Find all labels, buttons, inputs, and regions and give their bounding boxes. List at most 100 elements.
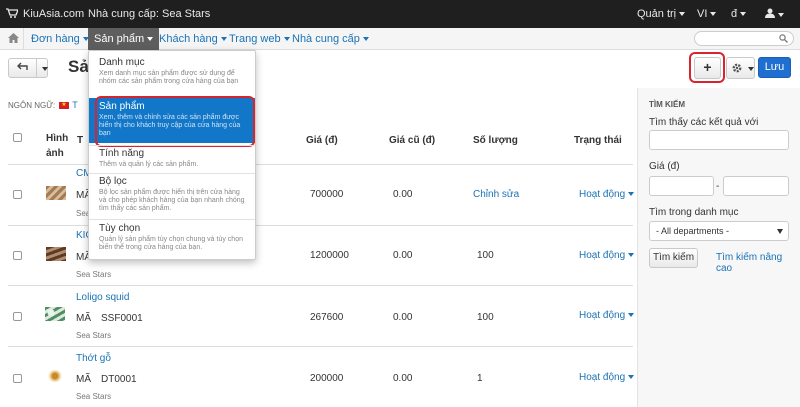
- price-label: Giá (đ): [649, 161, 680, 172]
- nav-orders[interactable]: Đơn hàng: [31, 33, 89, 45]
- chevron-down-icon: [748, 67, 754, 71]
- row-checkbox[interactable]: [13, 190, 22, 199]
- user-menu[interactable]: [765, 8, 784, 21]
- nav-products[interactable]: Sản phẩm: [88, 28, 160, 50]
- menu-item-categories[interactable]: Danh mục Xem danh mục sản phẩm được sử d…: [89, 57, 255, 95]
- status-dropdown[interactable]: Hoạt động: [579, 250, 635, 261]
- status-dropdown[interactable]: Hoạt động: [579, 372, 635, 383]
- admin-label: Quản trị: [637, 8, 677, 20]
- quantity-value: 100: [477, 312, 494, 323]
- admin-menu[interactable]: Quản trị: [637, 8, 686, 20]
- chevron-down-icon: [628, 253, 635, 258]
- product-supplier: Sea Stars: [76, 270, 112, 279]
- gear-icon: [731, 62, 743, 77]
- status-label: Hoạt động: [579, 189, 626, 200]
- settings-button[interactable]: [726, 57, 755, 79]
- nav-label: Trang web: [229, 33, 281, 45]
- code-prefix: MÃ: [76, 313, 91, 324]
- home-icon[interactable]: [8, 33, 19, 46]
- price-to-input[interactable]: [723, 176, 789, 196]
- old-price-value: 0.00: [393, 250, 413, 261]
- col-price[interactable]: Giá (đ): [306, 135, 338, 146]
- chevron-down-icon: [147, 37, 154, 42]
- category-value: - All departments -: [656, 226, 730, 236]
- menu-item-options[interactable]: Tùy chọn Quản lý sản phẩm tùy chọn chung…: [89, 223, 255, 257]
- nav-label: Nhà cung cấp: [292, 33, 360, 45]
- search-input[interactable]: [694, 31, 794, 46]
- status-dropdown[interactable]: Hoạt động: [579, 189, 635, 200]
- chevron-down-icon: [220, 37, 227, 42]
- brand-link[interactable]: KiuAsia.com: [23, 8, 84, 20]
- language-selector[interactable]: NGÔN NGỮ: T: [8, 100, 78, 110]
- language-menu[interactable]: VI: [697, 8, 717, 20]
- old-price-value: 0.00: [393, 312, 413, 323]
- col-old-price[interactable]: Giá cũ (đ): [389, 135, 435, 146]
- currency-menu[interactable]: đ: [731, 8, 747, 20]
- menu-item-filters[interactable]: Bộ lọc Bộ lọc sản phẩm được hiển thị trê…: [89, 176, 255, 218]
- product-supplier: Sea Stars: [76, 392, 112, 401]
- row-checkbox[interactable]: [13, 312, 22, 321]
- search-button[interactable]: Tìm kiếm: [649, 248, 698, 268]
- edit-quantity-link[interactable]: Chỉnh sửa: [473, 189, 519, 200]
- chevron-down-icon: [778, 13, 784, 18]
- save-button[interactable]: Lưu: [758, 57, 791, 78]
- menu-item-description: Quản lý sản phẩm tùy chọn chung và tùy c…: [99, 236, 243, 251]
- status-label: Hoạt động: [579, 372, 626, 383]
- nav-customers[interactable]: Khách hàng: [159, 33, 227, 45]
- select-all-checkbox[interactable]: [13, 133, 22, 142]
- top-bar: KiuAsia.com Nhà cung cấp: Sea Stars Quản…: [0, 0, 800, 28]
- vietnam-flag-icon: [59, 101, 70, 110]
- col-image: Hình ảnh: [46, 133, 69, 159]
- row-checkbox[interactable]: [13, 374, 22, 383]
- col-status[interactable]: Trạng thái: [574, 135, 622, 146]
- advanced-search-link[interactable]: Tìm kiếm nâng cao: [716, 252, 800, 274]
- product-thumbnail[interactable]: [47, 370, 63, 382]
- nav-website[interactable]: Trang web: [229, 33, 290, 45]
- status-dropdown[interactable]: Hoạt động: [579, 310, 635, 321]
- keyword-input[interactable]: [649, 130, 789, 150]
- price-value: 1200000: [310, 250, 349, 261]
- old-price-value: 0.00: [393, 189, 413, 200]
- button-divider: [36, 59, 37, 77]
- currency-label: đ: [731, 8, 738, 20]
- nav-suppliers[interactable]: Nhà cung cấp: [292, 33, 369, 45]
- nav-divider: [23, 28, 24, 50]
- chevron-down-icon: [679, 12, 686, 17]
- menu-divider: [89, 219, 255, 220]
- supplier-label: Nhà cung cấp: Sea Stars: [88, 8, 211, 20]
- product-thumbnail[interactable]: [46, 186, 66, 200]
- product-thumbnail[interactable]: [46, 247, 66, 261]
- products-dropdown-menu: Danh mục Xem danh mục sản phẩm được sử d…: [88, 50, 256, 260]
- menu-item-description: Bộ lọc sản phẩm được hiển thị trên cửa h…: [99, 189, 245, 212]
- code-value: SSF0001: [101, 313, 143, 324]
- row-checkbox[interactable]: [13, 251, 22, 260]
- status-label: Hoạt động: [579, 250, 626, 261]
- chevron-down-icon: [362, 37, 369, 42]
- old-price-value: 0.00: [393, 373, 413, 384]
- product-code: MÃ DT0001: [76, 374, 137, 385]
- col-quantity[interactable]: Số lượng: [473, 135, 518, 146]
- chevron-down-icon: [740, 12, 747, 17]
- code-prefix: MÃ: [76, 374, 91, 385]
- quantity-value: 1: [477, 373, 483, 384]
- search-icon: [779, 34, 788, 46]
- language-label: VI: [697, 8, 708, 20]
- product-supplier: Sea Stars: [76, 331, 112, 340]
- product-name-link[interactable]: Loligo squid: [76, 292, 129, 303]
- col-name[interactable]: T: [77, 135, 83, 146]
- product-code: MÃ SSF0001: [76, 313, 143, 324]
- chevron-down-icon: [628, 192, 635, 197]
- product-name-link[interactable]: Thớt gỗ: [76, 353, 111, 364]
- product-thumbnail[interactable]: [45, 307, 65, 321]
- category-select[interactable]: - All departments -: [649, 221, 789, 241]
- quantity-value: 100: [477, 250, 494, 261]
- menu-item-features[interactable]: Tính năng Thêm và quản lý các sản phẩm.: [89, 148, 255, 172]
- menu-item-description: Xem danh mục sản phẩm được sử dụng để nh…: [99, 70, 239, 85]
- chevron-down-icon: [628, 375, 635, 380]
- back-button[interactable]: [8, 58, 48, 78]
- page-title: Sả: [68, 57, 89, 76]
- cart-icon: [6, 8, 19, 21]
- price-from-input[interactable]: [649, 176, 714, 196]
- price-value: 700000: [310, 189, 344, 200]
- chevron-down-icon: [42, 67, 48, 71]
